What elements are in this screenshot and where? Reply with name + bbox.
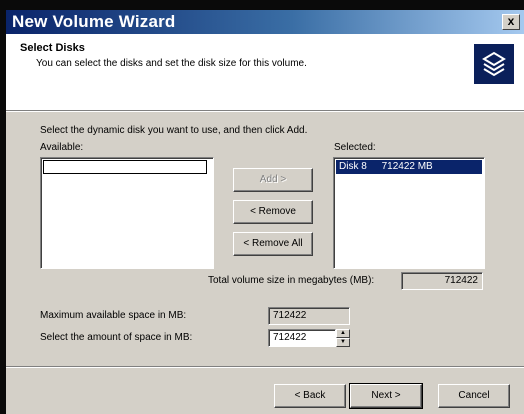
max-space-label: Maximum available space in MB:	[40, 310, 187, 321]
disk-stack-icon	[474, 44, 514, 84]
wizard-header: Select Disks You can select the disks an…	[6, 34, 524, 110]
page-subtitle: You can select the disks and set the dis…	[36, 58, 307, 69]
footer-divider	[6, 366, 524, 368]
cancel-button[interactable]: Cancel	[438, 384, 510, 408]
remove-button[interactable]: < Remove	[233, 200, 313, 224]
disk-size: 712422 MB	[381, 161, 433, 172]
close-button[interactable]: x	[502, 14, 520, 30]
list-item[interactable]: Disk 8 712422 MB	[336, 160, 482, 174]
page-title: Select Disks	[20, 42, 85, 54]
header-divider	[6, 110, 524, 112]
back-button[interactable]: < Back	[274, 384, 346, 408]
total-size-label: Total volume size in megabytes (MB):	[208, 275, 375, 286]
instruction-text: Select the dynamic disk you want to use,…	[40, 125, 308, 136]
spin-up-icon[interactable]: ▲	[336, 329, 350, 338]
title-bar[interactable]: New Volume Wizard x	[6, 10, 524, 34]
selected-label: Selected:	[334, 142, 376, 153]
amount-space-label: Select the amount of space in MB:	[40, 332, 193, 343]
selected-disks-list[interactable]: Disk 8 712422 MB	[333, 157, 485, 269]
spin-down-icon[interactable]: ▼	[336, 338, 350, 347]
add-button[interactable]: Add >	[233, 168, 313, 192]
list-item[interactable]	[43, 160, 207, 174]
disk-name: Disk 8	[339, 161, 367, 172]
next-button[interactable]: Next >	[349, 383, 423, 409]
available-disks-list[interactable]	[40, 157, 214, 269]
available-label: Available:	[40, 142, 84, 153]
amount-space-input[interactable]: 712422	[268, 329, 336, 347]
amount-spinner[interactable]: ▲ ▼	[336, 329, 350, 347]
remove-all-button[interactable]: < Remove All	[233, 232, 313, 256]
close-icon: x	[507, 14, 515, 28]
total-size-value: 712422	[401, 272, 483, 290]
max-space-value: 712422	[268, 307, 350, 325]
window-title: New Volume Wizard	[12, 12, 176, 31]
new-volume-wizard-window: New Volume Wizard x Select Disks You can…	[6, 10, 524, 414]
